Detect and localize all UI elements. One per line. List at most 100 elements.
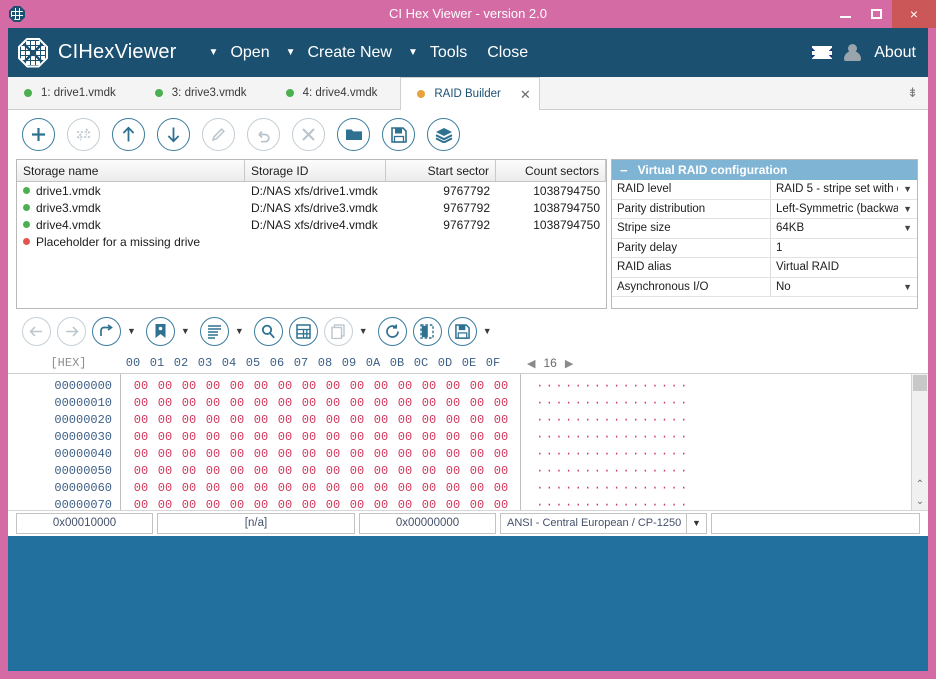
ascii-row[interactable]: · · · · · · · · · · · · · · · · bbox=[535, 412, 911, 429]
hex-byte[interactable]: 00 bbox=[153, 429, 177, 446]
ascii-row[interactable]: · · · · · · · · · · · · · · · · bbox=[535, 480, 911, 497]
hex-byte[interactable]: 00 bbox=[321, 497, 345, 510]
hex-byte[interactable]: 00 bbox=[201, 463, 225, 480]
column-header-count-sectors[interactable]: Count sectors bbox=[496, 160, 606, 181]
ascii-row[interactable]: · · · · · · · · · · · · · · · · bbox=[535, 378, 911, 395]
hex-byte[interactable]: 00 bbox=[369, 463, 393, 480]
ascii-char[interactable]: · bbox=[621, 497, 631, 510]
hex-byte[interactable]: 00 bbox=[393, 429, 417, 446]
hex-byte[interactable]: 00 bbox=[465, 446, 489, 463]
current-offset-field[interactable]: 0x00010000 bbox=[16, 512, 153, 534]
hex-byte[interactable]: 00 bbox=[273, 378, 297, 395]
ascii-char[interactable]: · bbox=[669, 429, 679, 446]
ascii-char[interactable]: · bbox=[631, 446, 641, 463]
hex-byte[interactable]: 00 bbox=[417, 429, 441, 446]
hex-byte[interactable]: 00 bbox=[129, 480, 153, 497]
move-up-button[interactable] bbox=[112, 118, 145, 151]
hex-byte[interactable]: 00 bbox=[441, 378, 465, 395]
ascii-char[interactable]: · bbox=[650, 497, 660, 510]
ascii-char[interactable]: · bbox=[679, 395, 689, 412]
remove-drive-button[interactable] bbox=[292, 118, 325, 151]
chevron-down-icon-copy[interactable]: ▼ bbox=[359, 326, 372, 336]
hex-vertical-scrollbar[interactable]: ⌃ ⌄ bbox=[911, 374, 928, 510]
ascii-char[interactable]: · bbox=[593, 395, 603, 412]
hex-byte[interactable]: 00 bbox=[249, 463, 273, 480]
ascii-char[interactable]: · bbox=[583, 429, 593, 446]
hex-byte[interactable]: 00 bbox=[369, 497, 393, 510]
ascii-char[interactable]: · bbox=[593, 412, 603, 429]
hex-byte[interactable]: 00 bbox=[417, 463, 441, 480]
ascii-char[interactable]: · bbox=[650, 480, 660, 497]
ascii-char[interactable]: · bbox=[669, 463, 679, 480]
hex-byte[interactable]: 00 bbox=[345, 395, 369, 412]
menu-tools[interactable]: Tools bbox=[420, 44, 477, 62]
ascii-char[interactable]: · bbox=[669, 446, 679, 463]
hex-byte[interactable]: 00 bbox=[345, 378, 369, 395]
ascii-char[interactable]: · bbox=[602, 378, 612, 395]
hex-byte[interactable]: 00 bbox=[153, 480, 177, 497]
edit-drive-button[interactable] bbox=[202, 118, 235, 151]
save-button[interactable] bbox=[382, 118, 415, 151]
hex-byte[interactable]: 00 bbox=[297, 412, 321, 429]
hex-byte[interactable]: 00 bbox=[345, 480, 369, 497]
hex-byte[interactable]: 00 bbox=[297, 497, 321, 510]
ascii-char[interactable]: · bbox=[602, 497, 612, 510]
hex-byte[interactable]: 00 bbox=[249, 446, 273, 463]
hex-byte[interactable]: 00 bbox=[273, 395, 297, 412]
search-button[interactable] bbox=[253, 316, 283, 346]
ascii-char[interactable]: · bbox=[564, 412, 574, 429]
hex-byte[interactable]: 00 bbox=[129, 412, 153, 429]
ascii-char[interactable]: · bbox=[602, 480, 612, 497]
hex-view[interactable]: 00000000 00000010 00000020 00000030 00000040… bbox=[8, 374, 928, 510]
ascii-char[interactable]: · bbox=[621, 463, 631, 480]
tab-drive3[interactable]: 3: drive3.vmdk bbox=[139, 77, 270, 109]
hex-byte[interactable]: 00 bbox=[465, 463, 489, 480]
hex-byte[interactable]: 00 bbox=[345, 497, 369, 510]
column-header-storage-name[interactable]: Storage name bbox=[17, 160, 245, 181]
ascii-char[interactable]: · bbox=[660, 463, 670, 480]
hex-row[interactable]: 00 00 00 00 00 00 00 00 00 00 00 00 00 00 00 00 bbox=[129, 429, 520, 446]
hex-byte[interactable]: 00 bbox=[129, 497, 153, 510]
copy-button[interactable] bbox=[323, 316, 353, 346]
hex-byte[interactable]: 00 bbox=[177, 497, 201, 510]
hex-byte[interactable]: 00 bbox=[465, 429, 489, 446]
hex-byte[interactable]: 00 bbox=[369, 446, 393, 463]
ascii-char[interactable]: · bbox=[583, 463, 593, 480]
ascii-char[interactable]: · bbox=[554, 446, 564, 463]
ascii-char[interactable]: · bbox=[583, 378, 593, 395]
hex-byte[interactable]: 00 bbox=[177, 480, 201, 497]
ascii-char[interactable]: · bbox=[573, 429, 583, 446]
hex-byte[interactable]: 00 bbox=[369, 412, 393, 429]
open-button[interactable] bbox=[337, 118, 370, 151]
ascii-char[interactable]: · bbox=[573, 446, 583, 463]
hex-byte[interactable]: 00 bbox=[297, 395, 321, 412]
ascii-char[interactable]: · bbox=[564, 378, 574, 395]
hex-byte[interactable]: 00 bbox=[489, 497, 513, 510]
ascii-char[interactable]: · bbox=[650, 395, 660, 412]
hex-byte[interactable]: 00 bbox=[345, 463, 369, 480]
ascii-char[interactable]: · bbox=[535, 497, 545, 510]
hex-byte[interactable]: 00 bbox=[417, 412, 441, 429]
hex-byte[interactable]: 00 bbox=[441, 429, 465, 446]
chevron-down-icon-open[interactable]: ▼ bbox=[207, 47, 221, 58]
raid-row-raid-level[interactable]: RAID level RAID 5 - stripe set with dist… bbox=[612, 180, 917, 200]
hex-byte[interactable]: 00 bbox=[201, 378, 225, 395]
hex-byte[interactable]: 00 bbox=[225, 429, 249, 446]
chevron-down-icon[interactable]: ▼ bbox=[898, 204, 917, 214]
hex-byte[interactable]: 00 bbox=[417, 497, 441, 510]
ascii-char[interactable]: · bbox=[669, 378, 679, 395]
ascii-char[interactable]: · bbox=[660, 480, 670, 497]
ascii-char[interactable]: · bbox=[535, 395, 545, 412]
ascii-char[interactable]: · bbox=[612, 480, 622, 497]
ascii-char[interactable]: · bbox=[621, 378, 631, 395]
maximize-button[interactable] bbox=[861, 0, 892, 28]
raid-row-raid-alias[interactable]: RAID alias Virtual RAID bbox=[612, 258, 917, 278]
hex-byte[interactable]: 00 bbox=[225, 480, 249, 497]
ascii-char[interactable]: · bbox=[621, 412, 631, 429]
hex-byte[interactable]: 00 bbox=[249, 480, 273, 497]
ascii-char[interactable]: · bbox=[545, 446, 555, 463]
table-row[interactable]: Placeholder for a missing drive bbox=[17, 233, 606, 250]
ascii-char[interactable]: · bbox=[679, 429, 689, 446]
hex-byte[interactable]: 00 bbox=[129, 378, 153, 395]
hex-byte[interactable]: 00 bbox=[321, 480, 345, 497]
